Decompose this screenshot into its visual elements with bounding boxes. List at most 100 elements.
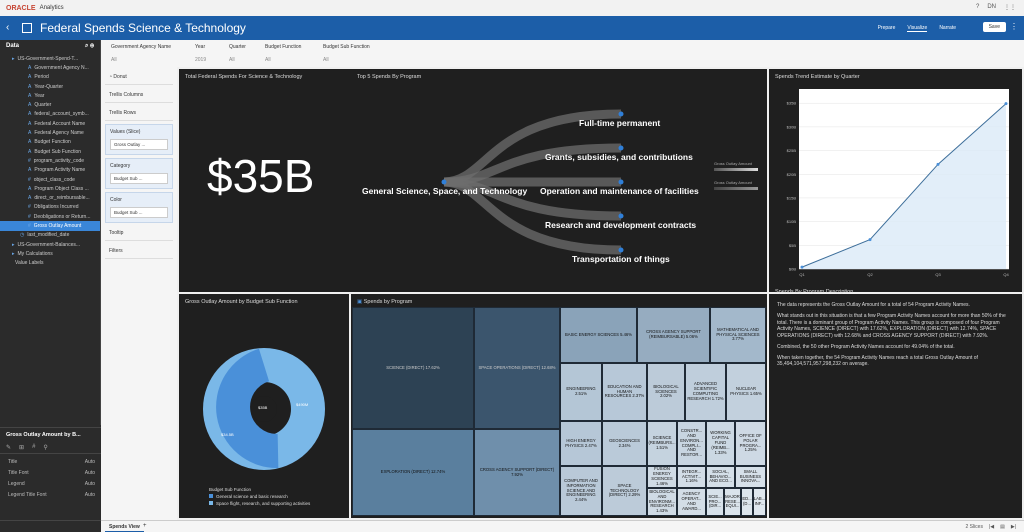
filter-control[interactable]: Budget Function All — [265, 44, 301, 63]
color-drop[interactable]: Color Budget Sub ... — [105, 192, 173, 223]
more-menu-icon[interactable]: ⋮ — [1010, 22, 1018, 31]
user-avatar[interactable]: DN — [987, 4, 996, 11]
category-chip[interactable]: Budget Sub ... — [110, 173, 168, 184]
back-arrow-icon[interactable]: ‹ — [6, 22, 9, 33]
apps-grid-icon[interactable]: ⋮⋮ — [1004, 4, 1016, 11]
treemap-cell[interactable]: NUCLEAR PHYSICS 1.65% — [726, 363, 766, 421]
treemap-cell[interactable]: SCIENCE (DIRECT) 17.62% — [352, 307, 474, 429]
data-element[interactable]: # Obligations Incurred — [0, 203, 100, 212]
treemap-cell[interactable]: WORKING CAPITAL FUND (REIMB... 1.33% — [706, 421, 735, 466]
donut-legend-item-2[interactable]: Space flight, research, and supporting a… — [209, 501, 310, 506]
treemap-cell[interactable]: GEOSCIENCES 2.34% — [602, 421, 647, 466]
first-slice-icon[interactable]: |◀ — [989, 524, 994, 530]
treemap-cell[interactable]: ADVANCED SCIENTIFIC COMPUTING RESEARCH 1… — [685, 363, 726, 421]
property-row[interactable]: Title Font Auto — [0, 465, 101, 476]
donut-legend-item-1[interactable]: General science and basic research — [209, 494, 310, 499]
data-element[interactable]: # object_class_code — [0, 175, 100, 184]
treemap-cell[interactable]: MATHEMATICAL AND PHYSICAL SCIENCES 3.77% — [710, 307, 766, 363]
donut-tile[interactable]: Gross Outlay Amount by Budget Sub Functi… — [179, 294, 349, 518]
filter-control[interactable]: Quarter All — [229, 44, 246, 63]
help-icon[interactable]: ? — [976, 4, 979, 11]
canvas-tab-spends-view[interactable]: Spends View — [105, 521, 144, 532]
analytics-tab-icon[interactable]: ⚲ — [43, 444, 47, 451]
tooltip-drop[interactable]: Tooltip — [105, 226, 173, 241]
viz-type-selector[interactable]: ◔ Donut — [105, 70, 173, 85]
property-row[interactable]: Title Auto — [0, 454, 101, 465]
description-tile[interactable]: Spends By Program Description The data r… — [769, 289, 1022, 518]
data-element[interactable]: A Federal Agency Name — [0, 128, 100, 137]
data-element[interactable]: Value Labels — [0, 259, 100, 268]
filter-control[interactable]: Government Agency Name All — [111, 44, 171, 63]
property-value[interactable]: Auto — [85, 481, 95, 487]
treemap-cell[interactable]: HIGH ENERGY PHYSICS 2.47% — [560, 421, 602, 466]
data-element[interactable]: Adirect_or_reimbursable... — [0, 193, 100, 202]
data-element[interactable]: ▸ US-Government-Spend-T... — [0, 54, 100, 63]
treemap-cell[interactable]: INTEGR... ACTIVIT... 1.16% — [677, 466, 706, 488]
data-element[interactable]: A Period — [0, 73, 100, 82]
data-element[interactable]: ▸ My Calculations — [0, 249, 100, 258]
filter-control[interactable]: Year 2019 — [195, 44, 206, 63]
data-element[interactable]: ▸ US-Government-Balances... — [0, 240, 100, 249]
treemap-cell[interactable]: CROSS AGENCY SUPPORT (DIRECT) 7.92% — [474, 429, 560, 516]
treemap-cell[interactable]: SPACE OPERATIONS (DIRECT) 12.68% — [474, 307, 560, 429]
treemap-cell[interactable]: AGENCY OPERAT... AND AWARD... — [677, 488, 706, 516]
treemap-cell[interactable]: LAB... INF... — [753, 488, 766, 516]
treemap-cell[interactable]: SPACE TECHNOLOGY (DIRECT) 2.29% — [602, 466, 647, 516]
trellis-rows-drop[interactable]: Trellis Rows — [105, 106, 173, 121]
treemap-cell[interactable]: ED... (D... — [741, 488, 753, 516]
treemap-cell[interactable]: SCIE... PRO... (DIR... — [706, 488, 724, 516]
treemap-cell[interactable]: BIOLOGICAL SCIENCES 2.02% — [647, 363, 685, 421]
data-element[interactable]: A Budget Function — [0, 138, 100, 147]
tab-prepare[interactable]: Prepare — [878, 25, 896, 32]
category-drop[interactable]: Category Budget Sub ... — [105, 158, 173, 189]
treemap-cell[interactable]: OFFICE OF POLAR PROGRA... 1.25% — [735, 421, 766, 466]
values-slice-drop[interactable]: Values (Slice) Gross Outlay ... — [105, 124, 173, 155]
data-element[interactable]: A Year-Quarter — [0, 82, 100, 91]
general-tab-icon[interactable]: ✎ — [6, 444, 11, 451]
property-value[interactable]: Auto — [85, 459, 95, 465]
color-chip[interactable]: Budget Sub ... — [110, 207, 168, 218]
treemap-cell[interactable]: ENGINEERING 2.51% — [560, 363, 602, 421]
data-element[interactable]: ◷ last_modified_date — [0, 231, 100, 240]
treemap-cell[interactable]: FUSION ENERGY SCIENCES 1.46% — [647, 466, 677, 488]
treemap-cell[interactable]: CROSS AGENCY SUPPORT (REIMBURSABLE) 5.06… — [637, 307, 710, 363]
property-value[interactable]: Auto — [85, 492, 95, 498]
treemap-cell[interactable]: CONSTR... AND ENVIRON... COMPLI... AND R… — [677, 421, 706, 466]
tab-visualize[interactable]: Visualize — [907, 25, 928, 32]
treemap-cell[interactable]: SCIENCE (REIMBURS... 1.51% — [647, 421, 677, 466]
data-element[interactable]: A Federal Account Name — [0, 119, 100, 128]
tab-narrate[interactable]: Narrate — [939, 25, 956, 32]
treemap-cell[interactable]: MAJOR RESE... EQUI... — [724, 488, 741, 516]
data-element[interactable]: A Program Activity Name — [0, 166, 100, 175]
treemap-cell[interactable]: EXPLORATION (DIRECT) 12.74% — [352, 429, 474, 516]
treemap-cell[interactable]: EDUCATION AND HUMAN RESOURCES 2.37% — [602, 363, 647, 421]
trellis-columns-drop[interactable]: Trellis Columns — [105, 88, 173, 103]
property-row[interactable]: Legend Title Font Auto — [0, 487, 101, 498]
slices-icon[interactable]: ▤ — [1000, 524, 1005, 530]
data-element[interactable]: Afederal_account_symb... — [0, 110, 100, 119]
treemap-cell[interactable]: SMALL BUSINESS INNOVA... — [735, 466, 766, 488]
data-element[interactable]: A Government Agency N... — [0, 63, 100, 72]
property-value[interactable]: Auto — [85, 470, 95, 476]
add-canvas-button[interactable]: + — [143, 523, 147, 529]
last-slice-icon[interactable]: ▶| — [1011, 524, 1016, 530]
treemap-cell[interactable]: BIOLOGICAL AND ENVIRONM... RESEARCH 1.43… — [647, 488, 677, 516]
filter-control[interactable]: Budget Sub Function All — [323, 44, 370, 63]
kpi-tile[interactable]: Total Federal Spends For Science & Techn… — [179, 69, 767, 292]
treemap-cell[interactable]: BASIC ENERGY SCIENCES 5.46% — [560, 307, 637, 363]
treemap-tile[interactable]: ▣ Spends by Program SCIENCE (DIRECT) 17.… — [351, 294, 767, 518]
data-element[interactable]: A Budget Sub Function — [0, 147, 100, 156]
search-icon[interactable]: ⌕ ⊕ — [85, 43, 94, 51]
treemap-cell[interactable]: COMPUTER AND INFORMATION SCIENCE AND ENG… — [560, 466, 602, 516]
data-element[interactable]: A Program Object Class ... — [0, 184, 100, 193]
property-row[interactable]: Legend Auto — [0, 476, 101, 487]
values-chip[interactable]: Gross Outlay ... — [110, 139, 168, 150]
save-button[interactable]: Save — [982, 22, 1006, 32]
data-element[interactable]: # program_activity_code — [0, 156, 100, 165]
treemap-cell[interactable]: SOCIAL, BEHAVIO... AND ECO... — [706, 466, 735, 488]
trend-tile[interactable]: Spends Trend Estimate by Quarter $0B $5B $… — [769, 69, 1022, 292]
data-element[interactable]: # Gross Outlay Amount — [0, 221, 100, 231]
data-element[interactable]: A Year — [0, 91, 100, 100]
axis-tab-icon[interactable]: ⊞ — [19, 444, 24, 451]
filters-drop[interactable]: Filters — [105, 244, 173, 259]
